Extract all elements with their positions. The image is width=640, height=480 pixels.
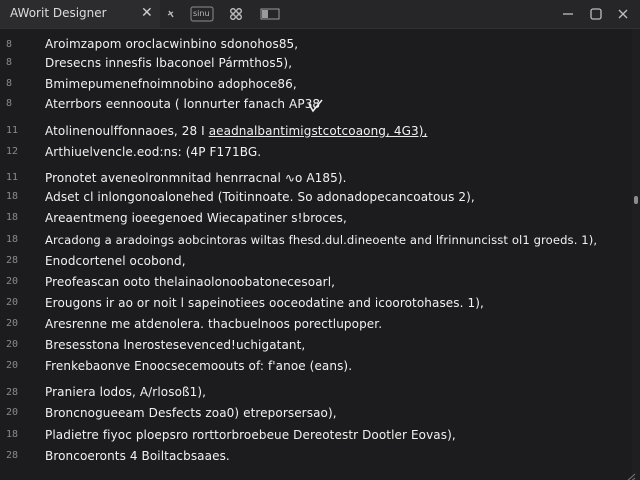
code-line[interactable]: Aterrbors eennoouta ( lonnurter fanach A… <box>45 97 320 111</box>
code-line[interactable]: Adset cl inlongonoalonehed (Toitinnoate.… <box>45 190 475 204</box>
line-number: 18 <box>6 212 19 223</box>
code-line[interactable]: Arcadong a aradoings aobcintoras wiltas … <box>45 233 597 247</box>
line-number: 18 <box>6 429 19 440</box>
document-tab[interactable]: AWorit Designer ✕ <box>0 0 160 28</box>
line-number: 20 <box>6 297 19 308</box>
line-gutter: 8 8 8 8 11 12 11 18 18 18 28 20 20 20 20… <box>0 29 32 480</box>
panel-icon[interactable] <box>260 6 280 22</box>
sync-icon[interactable]: sinu <box>190 6 214 22</box>
code-line[interactable]: Dresecns innesfis lbaconoel Pármthos5), <box>45 56 292 70</box>
line-number: 28 <box>6 450 19 461</box>
line-number: 11 <box>6 172 19 183</box>
code-editor[interactable]: 8 8 8 8 11 12 11 18 18 18 28 20 20 20 20… <box>0 29 632 480</box>
code-line[interactable]: Aroimzapom oroclacwinbino sdonohos85, <box>45 37 298 51</box>
line-number: 11 <box>6 125 19 136</box>
maximize-icon[interactable] <box>588 6 604 22</box>
code-line[interactable]: Enodcortenel ocobond, <box>45 254 186 268</box>
code-line[interactable]: Atolinenoulffonnaoes, 28 I aeadnalbantim… <box>45 124 427 138</box>
pin-icon[interactable] <box>166 6 176 22</box>
underlined-token[interactable]: aeadnalbantimigstcotcoaong, 4G3), <box>209 124 428 138</box>
window-close-icon[interactable] <box>615 6 631 22</box>
line-number: 20 <box>6 339 19 350</box>
code-line[interactable]: Broncoeronts 4 Boiltacbsaaes. <box>45 449 230 463</box>
title-bar: AWorit Designer ✕ sinu <box>0 0 640 29</box>
app-window: AWorit Designer ✕ sinu 8 8 8 8 11 12 11 … <box>0 0 640 480</box>
code-line[interactable]: Arthiuelvencle.eod:ns: (4P F171BG. <box>45 145 261 159</box>
line-number: 28 <box>6 387 19 398</box>
line-number: 8 <box>6 98 13 109</box>
line-number: 28 <box>6 255 19 266</box>
line-number: 18 <box>6 191 19 202</box>
resize-grip-icon[interactable] <box>624 468 636 480</box>
minimize-icon[interactable] <box>560 6 576 22</box>
line-number: 20 <box>6 360 19 371</box>
code-line[interactable]: Erougons ir ao or noit l sapeinotiees oo… <box>45 296 484 310</box>
code-line[interactable]: Bresesstona lnerostesevenced!uchigatant, <box>45 338 305 352</box>
line-number: 8 <box>6 78 13 89</box>
code-line[interactable]: Pladietre fiyoc ploepsro rorttorbroebeue… <box>45 428 456 442</box>
code-line[interactable]: Preofeascan ooto thelainaolonoobatoneces… <box>45 275 335 289</box>
settings-icon[interactable] <box>229 6 243 22</box>
code-text: Atolinenoulffonnaoes, 28 I <box>45 124 205 138</box>
code-line[interactable]: Praniera lodos, A/rlosoß1), <box>45 385 206 399</box>
code-line[interactable]: Pronotet aveneolronmnitad henrracnal ∿o … <box>45 171 347 185</box>
scrollbar-thumb[interactable] <box>634 196 638 204</box>
line-number: 8 <box>6 57 13 68</box>
code-line[interactable]: Aresrenne me atdenolera. thacbuelnoos po… <box>45 317 382 331</box>
line-number: 20 <box>6 276 19 287</box>
tab-title: AWorit Designer <box>10 6 107 20</box>
code-line[interactable]: Frenkebaonve Enoocsecemoouts of: f'anoe … <box>45 359 352 373</box>
line-number: 12 <box>6 146 19 157</box>
line-number: 20 <box>6 407 19 418</box>
sync-label: sinu <box>193 9 210 18</box>
close-icon[interactable]: ✕ <box>141 4 153 22</box>
code-line[interactable]: Bmimepumenefnoimnobino adophoce86, <box>45 77 297 91</box>
cursor-check-icon <box>308 98 324 113</box>
code-line[interactable]: Areaentmeng ioeegenoed Wiecapatiner s!br… <box>45 211 347 225</box>
line-number: 8 <box>6 39 13 50</box>
code-line[interactable]: Broncnogueeam Desfects zoa0) etreporsers… <box>45 406 337 420</box>
line-number: 18 <box>6 234 19 245</box>
vertical-scrollbar[interactable] <box>632 29 640 480</box>
line-number: 20 <box>6 318 19 329</box>
